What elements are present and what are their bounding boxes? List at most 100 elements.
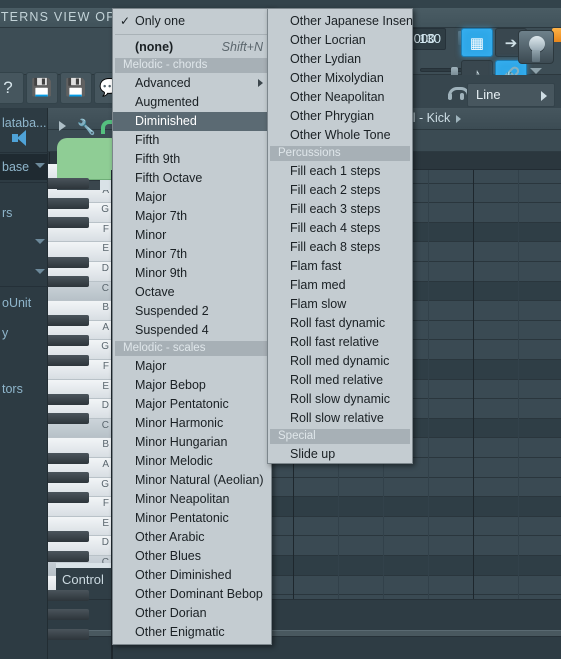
save-arrange-button[interactable]: 💾 <box>60 72 92 104</box>
piano-key-black[interactable] <box>48 354 89 366</box>
menu-item-other-phrygian[interactable]: Other Phrygian <box>268 107 412 126</box>
menu-item-advanced[interactable]: Advanced <box>113 74 271 93</box>
menu-item-major-7th[interactable]: Major 7th <box>113 207 271 226</box>
piano-key-black[interactable] <box>48 550 89 562</box>
menu-item-other-mixolydian[interactable]: Other Mixolydian <box>268 69 412 88</box>
chord-scale-menu-column-1[interactable]: ✓ Only one (none) Shift+N Melodic - chords A… <box>112 8 272 645</box>
menu-item-roll-slow-dynamic[interactable]: Roll slow dynamic <box>268 390 412 409</box>
wrench-icon[interactable]: 🔧 <box>77 118 96 136</box>
piano-key-label: A <box>102 459 109 470</box>
menu-item-suspended-2[interactable]: Suspended 2 <box>113 302 271 321</box>
menu-item-slide-up[interactable]: Slide up <box>268 445 412 464</box>
menu-item-octave[interactable]: Octave <box>113 283 271 302</box>
piano-key-label: F <box>102 498 109 510</box>
browser-item-1[interactable]: base <box>0 154 48 180</box>
menu-item-fill-each-4-steps[interactable]: Fill each 4 steps <box>268 219 412 238</box>
browser-item-7[interactable]: tors <box>0 376 48 402</box>
piano-key-black[interactable] <box>48 393 89 405</box>
menu-item-fill-each-8-steps[interactable]: Fill each 8 steps <box>268 238 412 257</box>
line-tool-dropdown[interactable]: Line <box>467 83 555 107</box>
piano-key-black[interactable] <box>48 589 89 601</box>
piano-key-black[interactable] <box>48 178 89 190</box>
piano-key-black[interactable] <box>48 315 89 327</box>
menu-item-minor-melodic[interactable]: Minor Melodic <box>113 452 271 471</box>
piano-key-black[interactable] <box>48 217 89 229</box>
chevron-right-icon[interactable] <box>456 114 462 123</box>
menu-item-other-japanese-insen[interactable]: Other Japanese Insen <box>268 12 413 31</box>
help-button[interactable]: ? <box>0 72 24 104</box>
browser-item-3[interactable] <box>0 230 48 256</box>
piano-key-black[interactable] <box>48 628 89 640</box>
save-button[interactable]: 💾 <box>26 72 58 104</box>
menu-item-major[interactable]: Major <box>113 188 271 207</box>
menu-item-diminished[interactable]: Diminished <box>113 112 271 131</box>
menu-item-major-bebop[interactable]: Major Bebop <box>113 376 271 395</box>
menu-item-fifth-9th[interactable]: Fifth 9th <box>113 150 271 169</box>
piano-key-black[interactable] <box>48 197 89 209</box>
menu-item-other-lydian[interactable]: Other Lydian <box>268 50 412 69</box>
menu-item-minor-7th[interactable]: Minor 7th <box>113 245 271 264</box>
piano-key-black[interactable] <box>48 452 89 464</box>
chevron-down-icon[interactable] <box>35 163 45 168</box>
browser-item-2[interactable]: rs <box>0 200 48 226</box>
menu-item-roll-med-relative[interactable]: Roll med relative <box>268 371 412 390</box>
menu-item-other-blues[interactable]: Other Blues <box>113 547 271 566</box>
menu-item-none[interactable]: (none) Shift+N <box>113 38 271 57</box>
menu-item-minor-natural-aeolian[interactable]: Minor Natural (Aeolian) <box>113 471 271 490</box>
piano-key-black[interactable] <box>48 334 89 346</box>
piano-key-black[interactable] <box>48 256 89 268</box>
piano-key-black[interactable] <box>48 413 89 425</box>
menu-item-roll-slow-relative[interactable]: Roll slow relative <box>268 409 412 428</box>
menu-item-augmented[interactable]: Augmented <box>113 93 271 112</box>
menu-item-minor-9th[interactable]: Minor 9th <box>113 264 271 283</box>
menu-item-fill-each-1-steps[interactable]: Fill each 1 steps <box>268 162 412 181</box>
browser-panel[interactable]: lataba... base rs oUnit y tors <box>0 108 48 659</box>
menu-item-minor-hungarian[interactable]: Minor Hungarian <box>113 433 271 452</box>
menu-item-other-locrian[interactable]: Other Locrian <box>268 31 412 50</box>
menu-item-fifth[interactable]: Fifth <box>113 131 271 150</box>
menu-item-flam-fast[interactable]: Flam fast <box>268 257 412 276</box>
chevron-down-icon[interactable] <box>35 239 45 244</box>
menu-item-minor-harmonic[interactable]: Minor Harmonic <box>113 414 271 433</box>
menu-item-other-arabic[interactable]: Other Arabic <box>113 528 271 547</box>
menu-item-fill-each-3-steps[interactable]: Fill each 3 steps <box>268 200 412 219</box>
grid-icon: ▦ <box>469 34 485 52</box>
menu-item-major-pentatonic[interactable]: Major Pentatonic <box>113 395 271 414</box>
speaker-icon[interactable] <box>12 130 34 146</box>
menu-item-other-whole-tone[interactable]: Other Whole Tone <box>268 126 412 145</box>
menu-item-fifth-octave[interactable]: Fifth Octave <box>113 169 271 188</box>
browser-item-6[interactable]: y <box>0 320 48 346</box>
menu-item-major[interactable]: Major <box>113 357 271 376</box>
piano-key-black[interactable] <box>48 472 89 484</box>
piano-key-black[interactable] <box>48 609 89 621</box>
menu-item-roll-fast-relative[interactable]: Roll fast relative <box>268 333 412 352</box>
menu-item-roll-fast-dynamic[interactable]: Roll fast dynamic <box>268 314 412 333</box>
menu-item-flam-slow[interactable]: Flam slow <box>268 295 412 314</box>
menu-item-flam-med[interactable]: Flam med <box>268 276 412 295</box>
menu-item-other-diminished[interactable]: Other Diminished <box>113 566 271 585</box>
menu-item-minor[interactable]: Minor <box>113 226 271 245</box>
menu-item-minor-pentatonic[interactable]: Minor Pentatonic <box>113 509 271 528</box>
menu-item-suspended-4[interactable]: Suspended 4 <box>113 321 271 340</box>
menu-item-fill-each-2-steps[interactable]: Fill each 2 steps <box>268 181 412 200</box>
piano-key-black[interactable] <box>48 491 89 503</box>
menu-item-other-neapolitan[interactable]: Other Neapolitan <box>268 88 412 107</box>
expand-arrow-icon[interactable] <box>59 121 66 131</box>
piano-key-black[interactable] <box>48 276 89 288</box>
step-sequencer-toggle[interactable]: ▦ <box>461 28 493 57</box>
piano-key-label: D <box>101 537 109 549</box>
browser-item-5[interactable]: oUnit <box>0 290 48 316</box>
browser-item-4[interactable] <box>0 260 48 286</box>
menu-item-only-one[interactable]: ✓ Only one <box>113 12 271 31</box>
menu-item-roll-med-dynamic[interactable]: Roll med dynamic <box>268 352 412 371</box>
menu-item-other-enigmatic[interactable]: Other Enigmatic <box>113 623 271 642</box>
menu-item-label: Fifth Octave <box>135 171 203 185</box>
menu-item-other-dominant-bebop[interactable]: Other Dominant Bebop <box>113 585 271 604</box>
chevron-down-icon[interactable] <box>35 269 45 274</box>
menu-item-other-dorian[interactable]: Other Dorian <box>113 604 271 623</box>
menu-group-header-percussions: Percussions <box>270 146 410 161</box>
menu-item-minor-neapolitan[interactable]: Minor Neapolitan <box>113 490 271 509</box>
piano-key-black[interactable] <box>48 530 89 542</box>
chord-scale-menu-column-2[interactable]: Other Japanese Insen Other Locrian Other L… <box>267 8 413 464</box>
chevron-down-icon[interactable] <box>530 68 542 74</box>
